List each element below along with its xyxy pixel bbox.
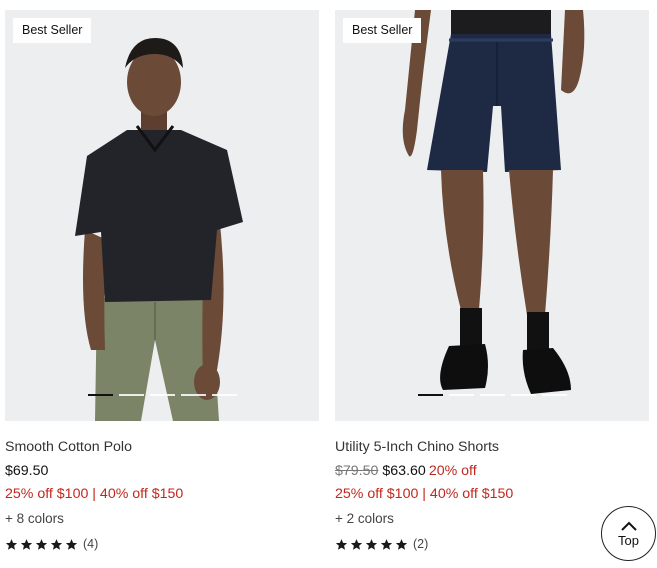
star-icon <box>350 538 363 550</box>
carousel-dot[interactable] <box>479 394 505 396</box>
star-icon <box>380 538 393 550</box>
product-image[interactable]: Best Seller <box>335 10 649 421</box>
carousel-dot[interactable] <box>417 394 443 396</box>
polo-model-photo <box>5 10 319 421</box>
carousel-indicators <box>5 394 319 397</box>
best-seller-badge: Best Seller <box>343 18 422 43</box>
rating[interactable]: (4) <box>5 537 319 551</box>
product-image[interactable]: Best Seller <box>5 10 319 421</box>
star-icon <box>50 538 63 550</box>
price-row: $69.50 <box>5 462 319 480</box>
promo-text: 25% off $100 | 40% off $150 <box>335 486 514 502</box>
discount-label: 20% off <box>428 463 477 479</box>
carousel-dot[interactable] <box>448 394 474 396</box>
star-icon <box>335 538 348 550</box>
color-count-link[interactable]: + 8 colors <box>5 510 319 528</box>
price-row: $79.50 $63.60 20% off <box>335 462 649 480</box>
star-rating <box>5 538 78 551</box>
star-icon <box>365 538 378 550</box>
carousel-dot[interactable] <box>541 394 567 396</box>
carousel-dot[interactable] <box>87 394 113 396</box>
review-count: (4) <box>83 537 99 551</box>
product-card[interactable]: Best Seller Utility 5-Inch Chino Shorts … <box>335 10 649 551</box>
product-name[interactable]: Utility 5-Inch Chino Shorts <box>335 438 649 456</box>
back-to-top-label: Top <box>618 532 639 548</box>
star-icon <box>5 538 18 550</box>
star-icon <box>35 538 48 550</box>
carousel-dot[interactable] <box>118 394 144 396</box>
carousel-dot[interactable] <box>510 394 536 396</box>
star-icon <box>65 538 78 550</box>
review-count: (2) <box>413 537 429 551</box>
back-to-top-button[interactable]: Top <box>601 506 656 561</box>
best-seller-badge: Best Seller <box>13 18 92 43</box>
carousel-dot[interactable] <box>149 394 175 396</box>
carousel-indicators <box>335 394 649 397</box>
price: $69.50 <box>5 463 49 479</box>
star-icon <box>395 538 408 550</box>
carousel-dot[interactable] <box>211 394 237 396</box>
star-rating <box>335 538 408 551</box>
chevron-up-icon <box>620 521 637 531</box>
promo-text: 25% off $100 | 40% off $150 <box>5 486 184 502</box>
product-name[interactable]: Smooth Cotton Polo <box>5 438 319 456</box>
original-price: $79.50 <box>335 463 379 479</box>
shorts-model-photo <box>335 10 649 421</box>
star-icon <box>20 538 33 550</box>
carousel-dot[interactable] <box>180 394 206 396</box>
sale-price: $63.60 <box>382 463 426 479</box>
product-card[interactable]: Best Seller Smooth Cotton Polo $69.50 25… <box>5 10 319 551</box>
